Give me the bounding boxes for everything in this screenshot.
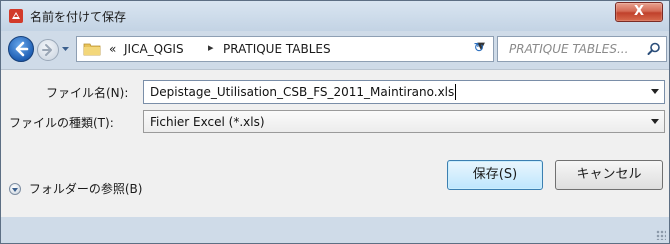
filename-label: ファイル名(N): xyxy=(46,86,129,100)
address-bar[interactable]: « JICA_QGIS ▸ PRATIQUE TABLES ▼ xyxy=(76,36,494,62)
filename-field[interactable]: Depistage_Utilisation_CSB_FS_2011_Mainti… xyxy=(143,80,665,104)
breadcrumb-item-pratique-tables[interactable]: PRATIQUE TABLES xyxy=(223,42,331,56)
text-cursor xyxy=(455,84,456,100)
browse-folders-label: フォルダーの参照(B) xyxy=(28,182,143,196)
search-input[interactable]: PRATIQUE TABLES... xyxy=(497,36,667,62)
arrow-left-icon xyxy=(15,41,29,57)
dialog-footer-strip xyxy=(1,217,669,243)
refresh-button[interactable]: ↻ xyxy=(467,38,491,60)
form-panel: ファイル名(N): Depistage_Utilisation_CSB_FS_2… xyxy=(1,69,669,217)
arrow-right-icon xyxy=(42,44,52,56)
app-icon xyxy=(9,9,23,23)
folder-icon xyxy=(83,43,101,56)
forward-button[interactable] xyxy=(37,39,59,61)
chevron-down-icon[interactable] xyxy=(651,119,659,124)
recent-locations-dropdown-icon[interactable] xyxy=(61,44,70,54)
filetype-value: Fichier Excel (*.xls) xyxy=(150,115,265,129)
search-icon[interactable] xyxy=(647,42,661,56)
filetype-label: ファイルの種類(T): xyxy=(9,116,114,130)
back-button[interactable] xyxy=(8,36,34,62)
breadcrumb-separator[interactable]: ▸ xyxy=(208,41,214,54)
breadcrumb-prefix[interactable]: « xyxy=(109,42,116,56)
search-placeholder: PRATIQUE TABLES... xyxy=(509,42,629,56)
refresh-icon: ↻ xyxy=(473,41,485,56)
title-bar[interactable]: 名前を付けて保存 X xyxy=(1,1,669,31)
dialog-title: 名前を付けて保存 xyxy=(30,10,127,24)
resize-grip-icon[interactable] xyxy=(656,230,666,240)
breadcrumb-item-jica-qgis[interactable]: JICA_QGIS xyxy=(124,42,184,56)
navigation-bar: « JICA_QGIS ▸ PRATIQUE TABLES ▼ ↻ PRATIQ… xyxy=(1,31,669,69)
filename-value[interactable]: Depistage_Utilisation_CSB_FS_2011_Mainti… xyxy=(150,85,454,99)
save-button[interactable]: 保存(S) xyxy=(447,160,543,190)
expand-icon xyxy=(9,183,21,195)
cancel-button[interactable]: キャンセル xyxy=(555,160,663,190)
close-button[interactable]: X xyxy=(615,2,663,22)
filename-dropdown-icon[interactable] xyxy=(651,89,659,94)
close-icon: X xyxy=(633,4,645,19)
save-as-dialog: 名前を付けて保存 X « JICA_QGIS ▸ PRATIQUE TABLES… xyxy=(0,0,670,244)
filetype-select[interactable]: Fichier Excel (*.xls) xyxy=(143,110,665,133)
browse-folders-toggle[interactable]: フォルダーの参照(B) xyxy=(9,180,142,197)
